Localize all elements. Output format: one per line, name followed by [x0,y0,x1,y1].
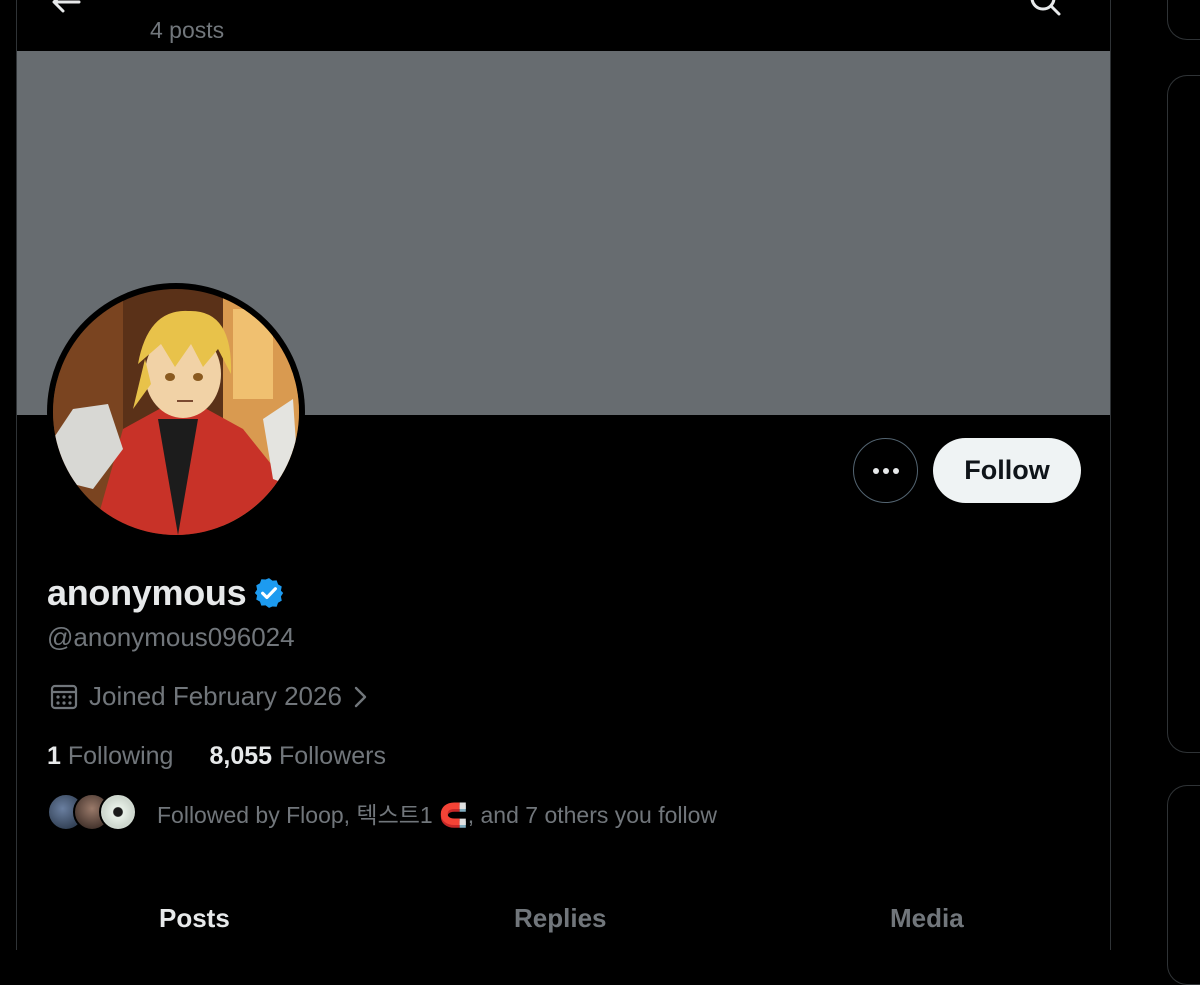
profile-header-bar: 4 posts [17,0,1110,51]
tab-posts[interactable]: Posts [159,903,230,934]
verified-icon[interactable] [252,576,286,610]
display-name-row: anonymous [47,572,286,614]
following-stat[interactable]: 1 Following [47,742,173,771]
followers-count: 8,055 [209,742,273,770]
mutual-avatars [47,793,137,833]
post-count: 4 posts [150,17,225,43]
right-sidebar [1122,0,1200,985]
followers-label: Followers [278,742,386,770]
following-label: Following [67,742,174,770]
sidebar-card[interactable] [1167,75,1200,753]
sidebar-search-box[interactable] [1167,0,1200,40]
sidebar-card[interactable] [1167,785,1200,985]
followers-stat[interactable]: 8,055 Followers [209,742,386,771]
avatar-image [53,289,299,535]
mutual-avatar [99,793,137,831]
follow-stats: 1 Following 8,055 Followers [47,742,422,771]
profile-avatar[interactable] [47,283,305,541]
tab-replies[interactable]: Replies [514,903,607,934]
calendar-icon [50,684,78,709]
search-icon[interactable] [1026,0,1066,20]
followed-by-text: Followed by Floop, 텍스트1 🧲, and 7 others … [157,802,718,828]
followed-by-row[interactable]: Followed by Floop, 텍스트1 🧲, and 7 others … [47,793,717,833]
profile-column: 4 posts Follow anonymous @anonymous09602… [16,0,1111,950]
more-icon [872,467,899,474]
chevron-right-icon [354,686,367,707]
profile-handle: @anonymous096024 [47,622,295,652]
more-options-button[interactable] [853,438,918,503]
following-count: 1 [47,742,61,770]
display-name: anonymous [47,572,247,613]
back-arrow-icon[interactable] [49,0,89,20]
follow-button[interactable]: Follow [933,438,1081,503]
profile-tabs: Posts Replies Media [17,885,1110,950]
tab-media[interactable]: Media [890,903,964,934]
joined-label: Joined February 2026 [89,681,342,711]
joined-date[interactable]: Joined February 2026 [49,681,372,712]
